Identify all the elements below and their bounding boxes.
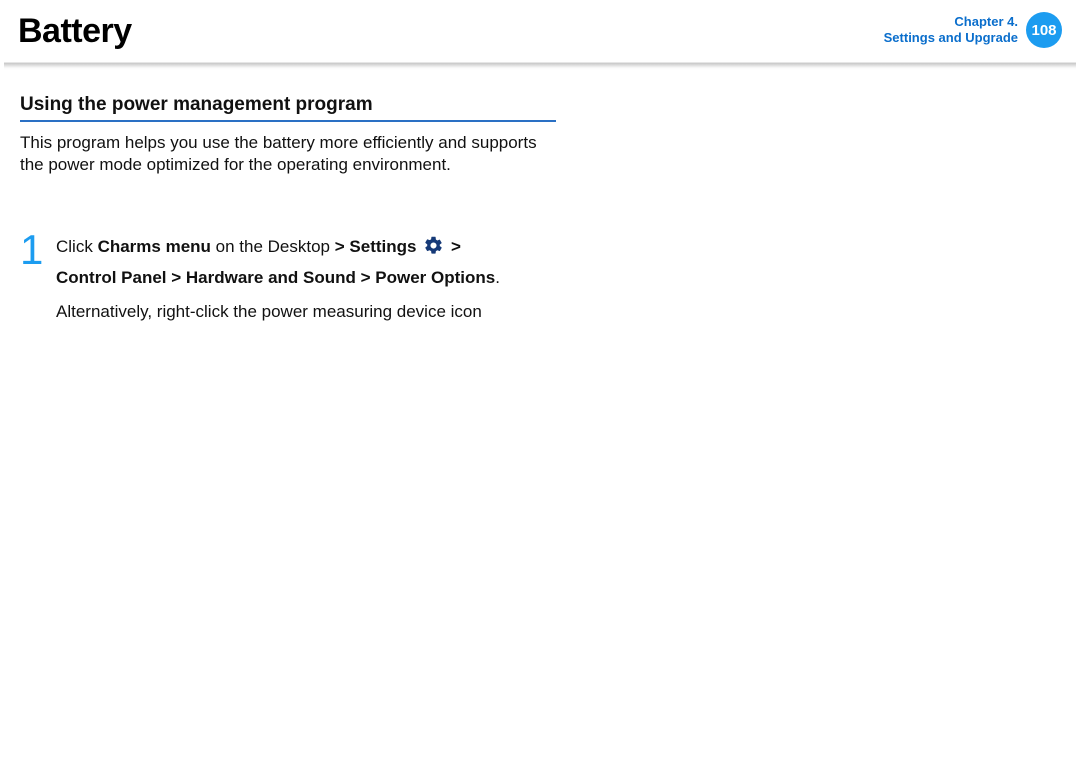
step-1: 1 Click Charms menu on the Desktop > Set… [20,232,540,325]
chapter-line1: Chapter 4. [884,14,1018,30]
charms-menu-text: Charms menu [98,237,211,256]
page-number-badge: 108 [1026,12,1062,48]
page-header: Battery Chapter 4. Settings and Upgrade … [0,0,1080,62]
step-instruction-line: Click Charms menu on the Desktop > Setti… [56,234,500,291]
intro-text: This program helps you use the battery m… [20,132,540,176]
header-right-block: Chapter 4. Settings and Upgrade 108 [884,12,1062,48]
gear-icon [423,235,444,264]
step-number: 1 [20,232,48,268]
content-area: Using the power management program This … [0,70,560,325]
gt2: > [451,237,461,256]
settings-text: Settings [349,237,416,256]
control-panel-path: Control Panel > Hardware and Sound > Pow… [56,268,495,287]
step-alt-text: Alternatively, right-click the power mea… [56,299,500,325]
chapter-info: Chapter 4. Settings and Upgrade [884,14,1018,45]
gt1: > [335,237,350,256]
period: . [495,268,500,287]
on-desktop-text: on the Desktop [211,237,335,256]
step-click-text: Click [56,237,98,256]
header-divider [4,62,1076,70]
chapter-line2: Settings and Upgrade [884,30,1018,46]
section-heading: Using the power management program [20,94,556,122]
page-title: Battery [18,12,132,51]
step-body: Click Charms menu on the Desktop > Setti… [56,232,500,325]
